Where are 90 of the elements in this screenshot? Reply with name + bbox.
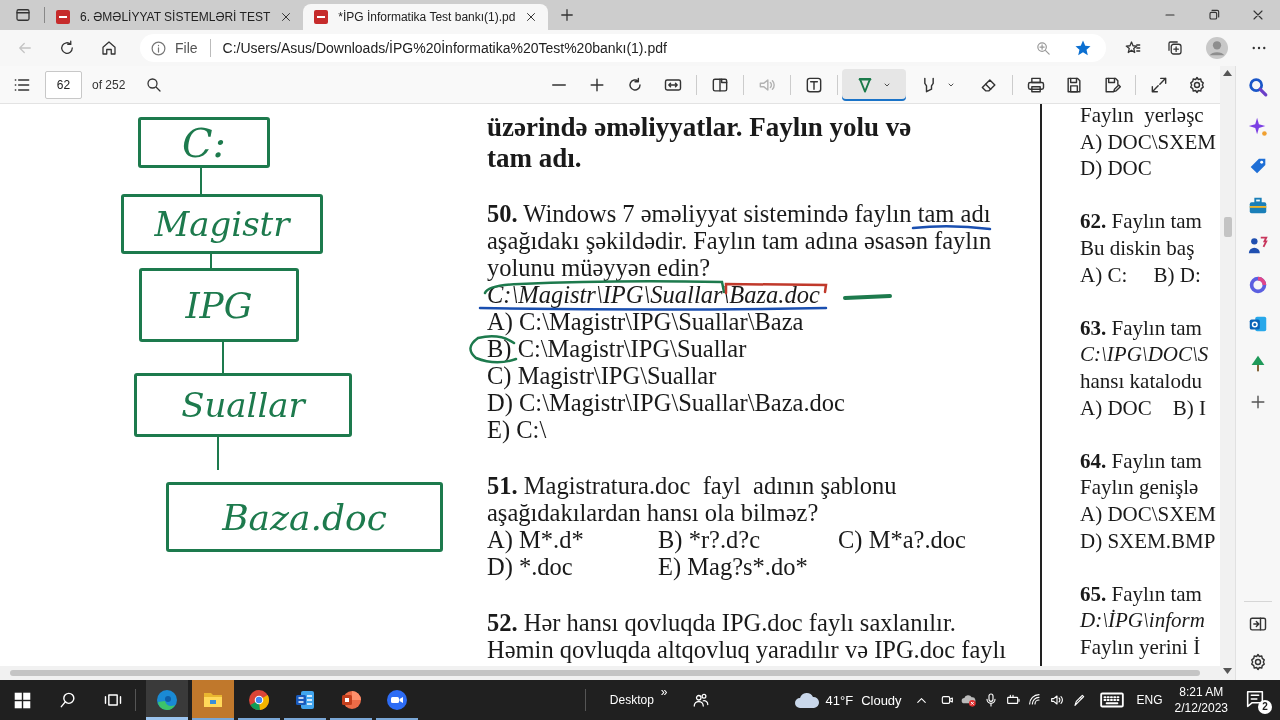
page-text: Faylın yerləşc — [1080, 104, 1205, 129]
video-app-icon — [385, 688, 409, 712]
file-path: D:\İPG\inform — [1080, 607, 1206, 634]
language-indicator[interactable]: ENG — [1136, 693, 1163, 707]
restore-icon[interactable] — [1206, 7, 1222, 23]
taskbar-button[interactable] — [146, 680, 188, 720]
answer-option: D) *.doc — [487, 553, 658, 580]
question-text: 52. Hər hansı qovluqda IPG.doc faylı saxlanılır. Həmin qovluqda altqovluq yaradılır və IPG.doc faylı — [487, 609, 1008, 663]
people-icon[interactable] — [691, 691, 710, 709]
cloud-error-icon[interactable] — [960, 692, 977, 708]
scroll-down-icon[interactable] — [1223, 668, 1232, 674]
connector-line — [200, 168, 202, 194]
connector-line — [210, 254, 212, 268]
pdf-file-icon — [55, 9, 71, 25]
page-text: Faylın yerini İ — [1080, 633, 1202, 661]
answer-option: A) M*.d* — [487, 526, 658, 553]
answer-option: B) C:\Magistr\IPG\Suallar — [487, 335, 1040, 362]
document-app-icon — [293, 688, 317, 712]
page-count: of 252 — [92, 77, 126, 92]
page-number-field[interactable]: 62 — [45, 70, 82, 99]
browser-tab[interactable]: 6. ƏMƏLİYYAT SİSTEMLƏRİ TEST — [45, 4, 304, 30]
cloud-icon[interactable] — [793, 691, 820, 709]
url-text: C:/Users/Asus/Downloads/İPG%20İnformatika%20Test%20bankı(1).pdf — [222, 40, 668, 56]
page-text: A) DOC\SXEM — [1080, 500, 1217, 528]
scroll-up-icon[interactable] — [1223, 70, 1232, 76]
answer-option: C) Magistr\IPG\Suallar — [487, 362, 1040, 389]
settings-icon[interactable] — [1248, 652, 1268, 672]
windows-logo-icon[interactable] — [14, 691, 31, 709]
weather-condition: Cloudy — [861, 692, 902, 708]
browser-tab[interactable]: *İPG İnformatika Test bankı(1).pd — [303, 4, 549, 30]
page-text: 65. Faylın tam — [1080, 580, 1203, 608]
answer-option: A) C:\Magistr\IPG\Suallar\Baza — [487, 308, 1040, 335]
temperature: 41°F — [825, 692, 854, 708]
page-text: A) DOC\SXEM — [1080, 128, 1217, 156]
page-text: Faylın genişlə — [1080, 474, 1200, 501]
page-text: 62. Faylın tam — [1080, 208, 1203, 235]
home-icon[interactable] — [100, 39, 118, 57]
wifi-icon[interactable] — [1026, 692, 1043, 708]
folder-node: IPG — [139, 268, 299, 342]
search-icon[interactable] — [1247, 76, 1269, 98]
page-text: 63. Faylın tam — [1080, 314, 1203, 342]
reload-icon[interactable] — [58, 39, 76, 57]
answer-option: C) M*a?.doc — [838, 526, 1040, 553]
browser-icon — [155, 688, 179, 712]
notification-count: 2 — [1258, 700, 1272, 714]
answer-option: E) Mag?s*.do* — [658, 553, 838, 580]
tab-actions-icon[interactable] — [14, 6, 32, 24]
answer-option: B) *r?.d?c — [658, 526, 838, 553]
question-text: 50. Windows 7 əməliyyat sistemində faylın tam adı aşağıdakı şəkildədir. Faylın tam adına əsasən faylın yolunu müəyyən edin? — [487, 200, 993, 281]
people-icon[interactable] — [1247, 234, 1269, 256]
sidebar-panel-icon[interactable] — [1248, 614, 1268, 634]
page-text: Bu diskin baş — [1080, 234, 1196, 262]
overflow-chevron[interactable]: » — [660, 685, 668, 699]
desktop-toolbar-label[interactable]: Desktop — [609, 693, 654, 707]
minus-icon — [551, 82, 567, 87]
connector-line — [217, 437, 219, 470]
folder-node: Baza.doc — [166, 482, 443, 552]
file-path: C:\IPG\DOC\S — [1080, 341, 1210, 368]
file-path: C:\Magistr\IPG\Suallar\Baza.doc — [487, 281, 821, 308]
clock-time[interactable]: 8:21 AM — [1179, 684, 1224, 700]
folder-node: C: — [138, 117, 270, 168]
scrollbar-thumb[interactable] — [1223, 217, 1232, 237]
settings-icon — [1187, 74, 1207, 95]
browser-icon — [247, 688, 271, 712]
question-text: 51. Magistratura.doc fayl adının şablonu aşağıdakılardan hansı ola bilməz? — [487, 472, 898, 526]
connector-line — [222, 342, 224, 373]
page-text: D) SXEM.BMP — [1080, 527, 1217, 555]
info-icon[interactable] — [150, 39, 167, 57]
zoom-in-icon[interactable] — [1035, 39, 1052, 57]
section-heading: üzərində əməliyyatlar. Faylın yolu və tam adı. — [487, 112, 913, 174]
draw-button[interactable] — [842, 68, 906, 101]
scheme-label: File — [175, 40, 198, 56]
folder-node: Magistr — [121, 194, 323, 254]
page-text: hansı katalodu — [1080, 367, 1203, 395]
page-text: D) DOC — [1080, 155, 1153, 182]
scrollbar-thumb[interactable] — [10, 670, 1200, 676]
page-text: 64. Faylın tam — [1080, 447, 1203, 475]
answer-option: D) C:\Magistr\IPG\Suallar\Baza.doc — [487, 389, 1040, 416]
star-icon[interactable] — [1074, 39, 1092, 57]
avatar-icon[interactable] — [1206, 37, 1228, 59]
notification-icon[interactable] — [1244, 688, 1266, 710]
answer-option: E) C:\ — [487, 416, 1040, 443]
page-text: A) DOC B) I — [1080, 394, 1207, 422]
clock-date[interactable]: 2/12/2023 — [1174, 700, 1228, 716]
address-bar[interactable]: File C:/Users/Asus/Downloads/İPG%20İnformatika%20Test%20bankı(1).pdf — [140, 34, 1106, 62]
pdf-file-icon — [313, 9, 330, 25]
folder-node: Suallar — [134, 373, 352, 437]
collections-icon[interactable] — [1166, 39, 1184, 57]
presentation-app-icon — [339, 688, 363, 712]
page-text: A) C: B) D: — [1080, 261, 1202, 289]
